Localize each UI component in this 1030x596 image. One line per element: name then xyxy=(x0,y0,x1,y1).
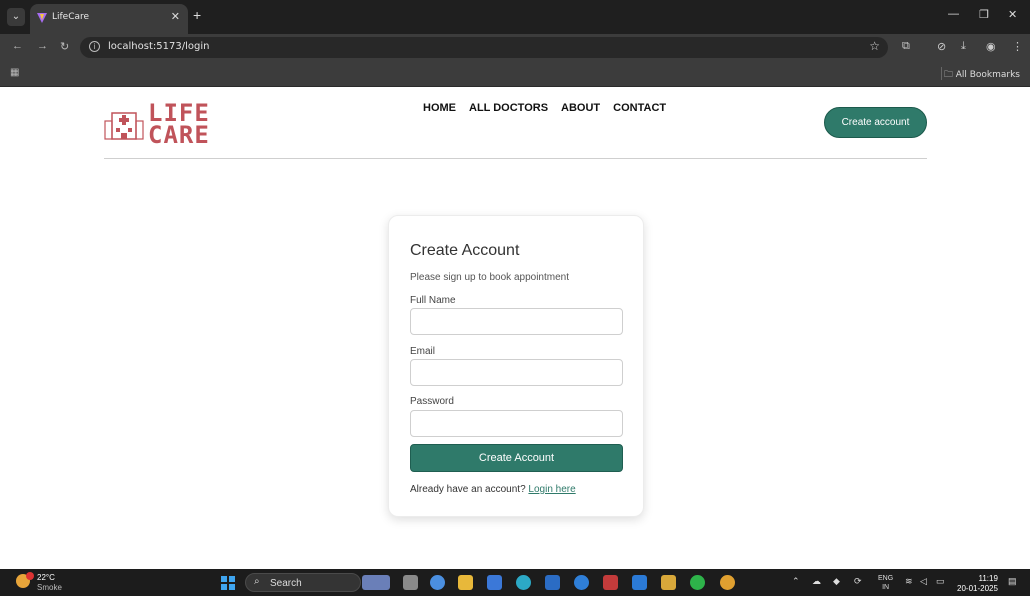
new-tab-icon[interactable]: + xyxy=(193,7,201,23)
weather-condition: Smoke xyxy=(37,583,62,592)
menu-kebab-icon[interactable]: ⋮ xyxy=(1012,40,1023,53)
whatsapp-icon[interactable] xyxy=(690,575,705,590)
login-here-link[interactable]: Login here xyxy=(528,484,575,495)
profile-avatar-icon[interactable]: ◉ xyxy=(986,40,996,53)
battery-icon[interactable]: ▭ xyxy=(936,576,945,587)
tab-close-icon[interactable]: ✕ xyxy=(171,10,180,23)
clock-date: 20-01-2025 xyxy=(957,584,998,593)
file-explorer-icon[interactable] xyxy=(458,575,473,590)
browser-toolbar: ← → ↻ i localhost:5173/login ☆ ⧉ ⊘ ⤓ ◉ ⋮ xyxy=(0,34,1030,60)
vscode-icon[interactable] xyxy=(632,575,647,590)
browser-tab-bar: ⌄ LifeCare ✕ + — ❐ ✕ xyxy=(0,0,1030,34)
folder-icon: 🗀 xyxy=(943,70,956,80)
header-divider xyxy=(104,158,927,159)
edge-browser-icon[interactable] xyxy=(516,575,531,590)
taskbar-search-label: Search xyxy=(270,578,302,589)
login-prompt-text: Already have an account? xyxy=(410,484,526,495)
tab-search-chevron-icon[interactable]: ⌄ xyxy=(7,8,25,26)
all-bookmarks-label: All Bookmarks xyxy=(955,70,1020,80)
back-icon[interactable]: ← xyxy=(12,40,23,52)
copilot-icon[interactable] xyxy=(430,575,445,590)
download-icon[interactable]: ⤓ xyxy=(961,40,966,53)
bookmarks-divider xyxy=(941,67,942,80)
close-window-icon[interactable]: ✕ xyxy=(1008,8,1017,21)
sync-icon[interactable]: ⟳ xyxy=(854,576,862,587)
language-indicator[interactable]: ENG IN xyxy=(878,574,893,592)
weather-temperature: 22°C xyxy=(37,573,55,582)
windows-start-icon[interactable] xyxy=(221,576,235,590)
wifi-icon[interactable]: ≋ xyxy=(905,576,913,587)
mcafee-icon[interactable] xyxy=(603,575,618,590)
task-view-icon[interactable] xyxy=(403,575,418,590)
os-taskbar: 22°C Smoke ⌕ Search ⌃ ☁ ◆ ⟳ ENG IN ≋ ◁ ▭… xyxy=(0,569,1030,596)
l-app-icon[interactable] xyxy=(545,575,560,590)
notifications-icon[interactable]: ▤ xyxy=(1008,576,1017,587)
create-account-header-button[interactable]: Create account xyxy=(824,107,927,138)
email-label: Email xyxy=(410,346,436,357)
chrome-icon[interactable] xyxy=(720,575,735,590)
taskbar-search[interactable]: ⌕ Search xyxy=(245,573,361,592)
form-title: Create Account xyxy=(410,242,520,259)
address-url: localhost:5173/login xyxy=(108,41,210,52)
lifecare-logo[interactable]: LIFE CARE xyxy=(104,99,234,149)
create-account-submit-button[interactable]: Create Account xyxy=(410,444,623,472)
onedrive-icon[interactable]: ☁ xyxy=(812,576,821,587)
clock-time: 11:19 xyxy=(978,574,998,583)
login-prompt: Already have an account? Login here xyxy=(410,484,576,495)
nav-about[interactable]: ABOUT xyxy=(561,102,600,114)
medal-app-icon[interactable] xyxy=(661,575,676,590)
address-bar[interactable]: i localhost:5173/login ☆ xyxy=(80,37,888,58)
store-icon[interactable] xyxy=(487,575,502,590)
apps-grid-icon[interactable]: ▦ xyxy=(10,67,19,78)
password-input[interactable] xyxy=(410,410,623,437)
full-name-input[interactable] xyxy=(410,308,623,335)
nav-all-doctors[interactable]: ALL DOCTORS xyxy=(469,102,548,114)
hospital-building-icon xyxy=(104,112,144,140)
lang-code: ENG xyxy=(878,575,894,582)
browser-tab[interactable]: LifeCare ✕ xyxy=(30,4,188,34)
logo-word-care: CARE xyxy=(148,121,210,149)
all-bookmarks-folder[interactable]: 🗀 All Bookmarks xyxy=(944,67,1020,83)
extensions-icon[interactable]: ⧉ xyxy=(902,40,910,53)
nav-home[interactable]: HOME xyxy=(423,102,456,114)
tray-chevron-icon[interactable]: ⌃ xyxy=(792,576,800,587)
site-info-icon[interactable]: i xyxy=(89,41,100,52)
signup-card: Create Account Please sign up to book ap… xyxy=(388,215,644,517)
search-icon: ⌕ xyxy=(254,576,260,587)
password-label: Password xyxy=(410,396,454,407)
telegram-icon[interactable] xyxy=(574,575,589,590)
forward-icon[interactable]: → xyxy=(37,40,48,52)
full-name-label: Full Name xyxy=(410,295,456,306)
reload-icon[interactable]: ↻ xyxy=(60,40,69,53)
shield-icon[interactable]: ⊘ xyxy=(937,40,946,53)
system-clock[interactable]: 11:19 20-01-2025 xyxy=(957,574,998,594)
lang-region: IN xyxy=(882,584,890,591)
tray-app-icon[interactable]: ◆ xyxy=(833,576,840,587)
bookmarks-bar: ▦ 🗀 All Bookmarks xyxy=(0,60,1030,87)
weather-alert-badge xyxy=(26,572,34,580)
page: LIFE CARE HOME ALL DOCTORS ABOUT CONTACT… xyxy=(0,87,1030,569)
widgets-app-icon[interactable] xyxy=(362,575,390,590)
form-subtitle: Please sign up to book appointment xyxy=(410,272,569,283)
vite-favicon-icon xyxy=(37,13,47,23)
main-nav: HOME ALL DOCTORS ABOUT CONTACT xyxy=(423,102,666,114)
minimize-icon[interactable]: — xyxy=(948,8,959,20)
bookmark-star-icon[interactable]: ☆ xyxy=(869,39,880,53)
tab-title: LifeCare xyxy=(52,12,90,22)
volume-icon[interactable]: ◁ xyxy=(920,576,927,587)
email-input[interactable] xyxy=(410,359,623,386)
nav-contact[interactable]: CONTACT xyxy=(613,102,666,114)
restore-icon[interactable]: ❐ xyxy=(979,8,989,21)
